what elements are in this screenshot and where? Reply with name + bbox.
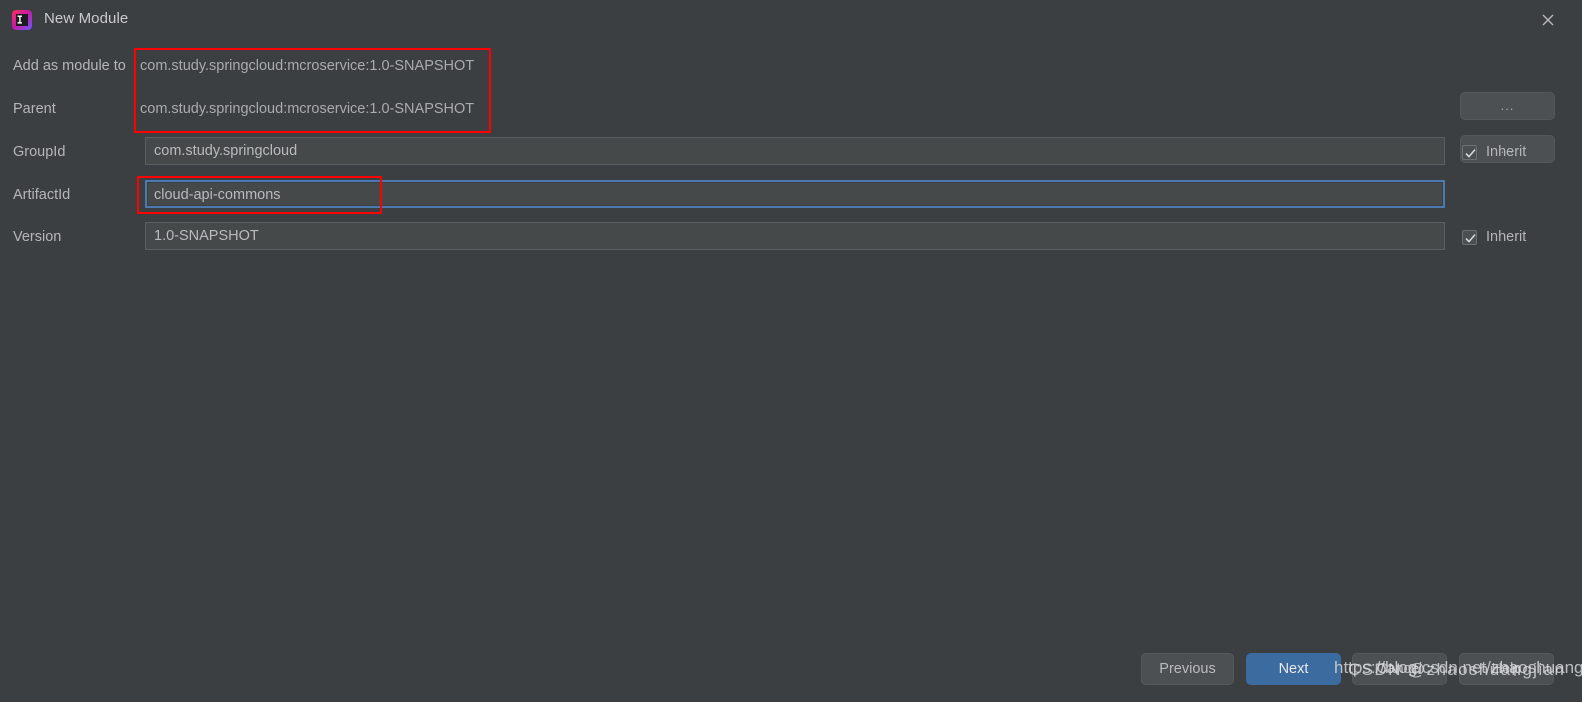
groupid-input[interactable]: com.study.springcloud — [145, 137, 1445, 165]
dialog-title-bar: New Module — [0, 0, 1582, 40]
checkbox-checked-icon — [1462, 144, 1477, 160]
dialog-title: New Module — [44, 10, 129, 27]
checkbox-checked-icon — [1462, 229, 1477, 245]
value-add-as-module-to: com.study.springcloud:mcroservice:1.0-SN… — [140, 58, 475, 74]
intellij-idea-icon — [12, 10, 32, 30]
version-inherit-checkbox[interactable]: Inherit — [1462, 226, 1526, 248]
help-button[interactable]: Help — [1459, 653, 1554, 685]
label-version: Version — [13, 229, 62, 245]
version-input[interactable]: 1.0-SNAPSHOT — [145, 222, 1445, 250]
label-artifactid: ArtifactId — [13, 187, 71, 203]
row-version: Version 1.0-SNAPSHOT Inherit — [0, 222, 1582, 252]
row-artifactid: ArtifactId cloud-api-commons — [0, 180, 1582, 210]
groupid-inherit-label: Inherit — [1486, 144, 1527, 160]
label-add-as-module-to: Add as module to — [13, 58, 126, 74]
next-button[interactable]: Next — [1246, 653, 1341, 685]
version-inherit-label: Inherit — [1486, 229, 1527, 245]
previous-button[interactable]: Previous — [1141, 653, 1234, 685]
value-parent: com.study.springcloud:mcroservice:1.0-SN… — [140, 101, 475, 117]
groupid-value: com.study.springcloud — [154, 143, 298, 159]
groupid-inherit-checkbox[interactable]: Inherit — [1462, 141, 1526, 163]
row-add-as-module-to: Add as module to com.study.springcloud:m… — [0, 51, 1582, 81]
row-groupid: GroupId com.study.springcloud Inherit — [0, 137, 1582, 167]
label-parent: Parent — [13, 101, 56, 117]
artifactid-value: cloud-api-commons — [154, 187, 281, 203]
cancel-button[interactable]: Cancel — [1352, 653, 1447, 685]
close-icon[interactable] — [1536, 8, 1560, 32]
label-groupid: GroupId — [13, 144, 66, 160]
version-value: 1.0-SNAPSHOT — [154, 228, 259, 244]
row-parent: Parent com.study.springcloud:mcroservice… — [0, 94, 1582, 124]
artifactid-input[interactable]: cloud-api-commons — [145, 180, 1445, 208]
